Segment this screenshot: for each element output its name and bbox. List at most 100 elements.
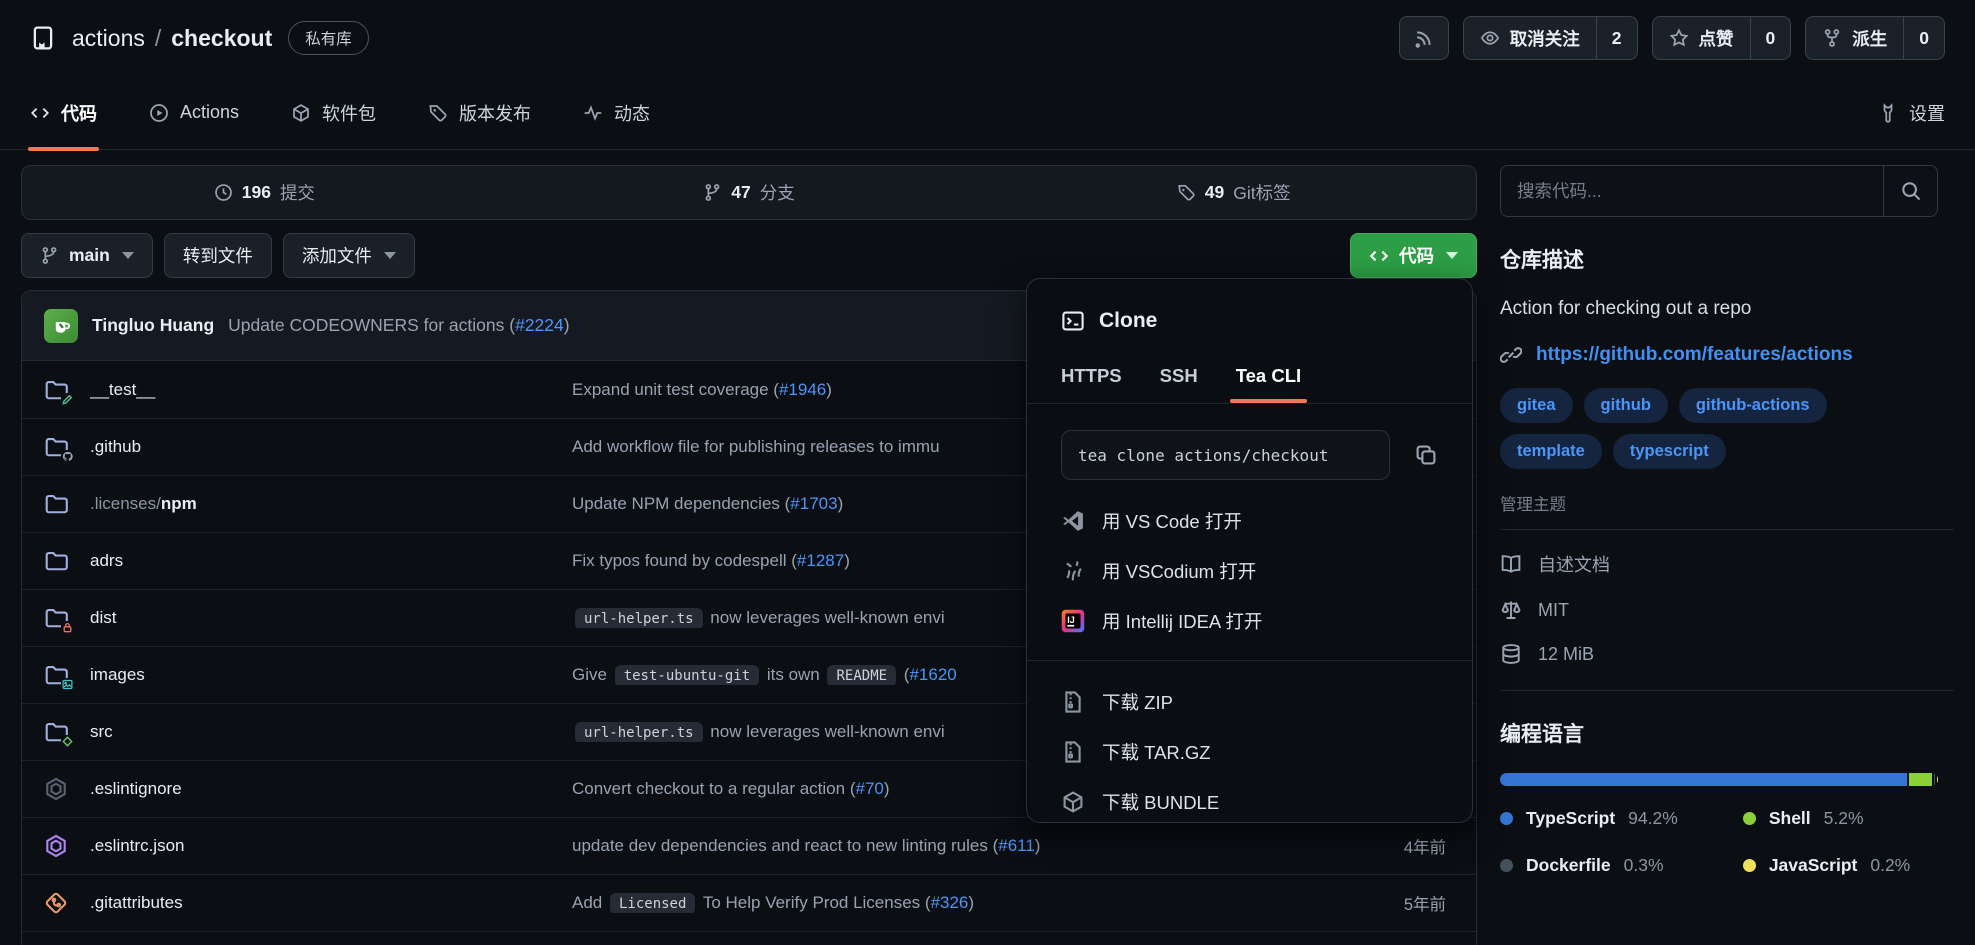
stat-提交[interactable]: 196提交 xyxy=(22,180,507,205)
breadcrumb-owner[interactable]: actions xyxy=(72,25,145,52)
language-Shell: Shell5.2% xyxy=(1743,808,1954,829)
menu-item-用-VS-Code-打开[interactable]: 用 VS Code 打开 xyxy=(1027,496,1472,546)
tab-releases[interactable]: 版本发布 xyxy=(428,76,531,149)
clone-command-row xyxy=(1027,430,1472,480)
code-chip: test-ubuntu-git xyxy=(615,665,759,685)
private-badge: 私有库 xyxy=(288,21,369,55)
file-name-link[interactable]: .eslintrc.json xyxy=(90,836,560,856)
file-toolbar: main 转到文件 添加文件 代码 xyxy=(21,233,1477,278)
issue-link[interactable]: #326 xyxy=(931,893,969,912)
chevron-down-icon xyxy=(122,252,134,259)
file-commit-message: Add Licensed To Help Verify Prod License… xyxy=(572,893,1322,913)
menu-item-下载-TAR.GZ[interactable]: 下载 TAR.GZ xyxy=(1027,727,1472,777)
meta-law[interactable]: MIT xyxy=(1500,588,1954,632)
menu-item-下载-ZIP[interactable]: 下载 ZIP xyxy=(1027,677,1472,727)
language-dot xyxy=(1500,812,1513,825)
manage-topics-link[interactable]: 管理主题 xyxy=(1500,491,1566,515)
repo-description: Action for checking out a repo xyxy=(1500,298,1954,320)
top-header: actions / checkout 私有库 取消关注 2 xyxy=(0,0,1975,76)
file-name-link[interactable]: dist xyxy=(90,608,560,628)
github-overlay-icon xyxy=(61,450,74,463)
breadcrumb-repo[interactable]: checkout xyxy=(171,25,272,52)
watch-count[interactable]: 2 xyxy=(1596,17,1637,59)
issue-link[interactable]: #1620 xyxy=(909,665,956,684)
file-commit-message: update dev dependencies and react to new… xyxy=(572,836,1322,856)
tab-packages[interactable]: 软件包 xyxy=(291,76,376,149)
topic-github-actions[interactable]: github-actions xyxy=(1679,388,1827,423)
issue-link[interactable]: #70 xyxy=(855,779,883,798)
file-name-link[interactable]: __test__ xyxy=(90,380,560,400)
tab-activity[interactable]: 动态 xyxy=(583,76,650,149)
tab-actions[interactable]: Actions xyxy=(149,76,239,149)
file-name-link[interactable]: src xyxy=(90,722,560,742)
menu-item-下载-BUNDLE[interactable]: 下载 BUNDLE xyxy=(1027,777,1472,827)
file-name-link[interactable]: adrs xyxy=(90,551,560,571)
code-icon xyxy=(1369,246,1389,266)
topic-template[interactable]: template xyxy=(1500,434,1602,469)
copy-icon[interactable] xyxy=(1414,443,1438,467)
topic-gitea[interactable]: gitea xyxy=(1500,388,1573,423)
folder-icon xyxy=(44,378,70,402)
folder-icon xyxy=(44,549,70,573)
package-icon xyxy=(1061,790,1085,814)
tab-settings[interactable]: 设置 xyxy=(1878,100,1945,126)
language-Dockerfile: Dockerfile0.3% xyxy=(1500,855,1743,876)
search-input[interactable] xyxy=(1501,166,1883,216)
file-name-link[interactable]: images xyxy=(90,665,560,685)
meta-book[interactable]: 自述文档 xyxy=(1500,540,1954,588)
code-search-box xyxy=(1500,165,1938,217)
clone-tab-https[interactable]: HTTPS xyxy=(1061,365,1122,403)
watch-button[interactable]: 取消关注 2 xyxy=(1463,16,1638,60)
stat-分支[interactable]: 47分支 xyxy=(507,180,992,205)
topic-list: gitea github github-actions template typescr… xyxy=(1500,388,1900,469)
branch-name: main xyxy=(69,245,110,266)
search-button[interactable] xyxy=(1883,166,1937,216)
stat-Git标签[interactable]: 49Git标签 xyxy=(991,180,1476,205)
pencil-overlay-icon xyxy=(61,393,74,406)
website-link[interactable]: https://github.com/features/actions xyxy=(1536,344,1853,366)
folder-icon xyxy=(44,435,70,459)
code-button[interactable]: 代码 xyxy=(1350,233,1477,278)
folder-icon xyxy=(44,663,70,687)
issue-link[interactable]: #611 xyxy=(998,836,1035,855)
topic-github[interactable]: github xyxy=(1584,388,1668,423)
commit-author[interactable]: Tingluo Huang xyxy=(92,315,214,336)
topic-typescript[interactable]: typescript xyxy=(1613,434,1726,469)
language-legend: TypeScript94.2%Shell5.2%Dockerfile0.3%Ja… xyxy=(1500,808,1954,876)
rss-button[interactable] xyxy=(1399,16,1449,60)
rss-icon xyxy=(1414,28,1434,48)
file-name-link[interactable]: .eslintignore xyxy=(90,779,560,799)
language-dot xyxy=(1500,859,1513,872)
website-row: https://github.com/features/actions xyxy=(1500,344,1954,366)
issue-link[interactable]: #1703 xyxy=(790,494,837,513)
terminal-icon xyxy=(1061,309,1085,333)
folder-icon xyxy=(44,720,70,744)
file-name-link[interactable]: .github xyxy=(90,437,560,457)
avatar[interactable] xyxy=(44,309,78,343)
fork-count[interactable]: 0 xyxy=(1903,17,1944,59)
star-icon xyxy=(1669,28,1689,48)
star-button[interactable]: 点赞 0 xyxy=(1652,16,1792,60)
goto-file-button[interactable]: 转到文件 xyxy=(164,233,272,278)
clock-icon xyxy=(214,183,233,202)
issue-link[interactable]: #1287 xyxy=(797,551,844,570)
star-count[interactable]: 0 xyxy=(1750,17,1791,59)
file-name-link[interactable]: .licenses/npm xyxy=(90,494,560,514)
tab-code[interactable]: 代码 xyxy=(30,76,97,149)
branch-selector[interactable]: main xyxy=(21,233,153,278)
hexagon-icon xyxy=(44,834,70,858)
issue-link[interactable]: #2224 xyxy=(515,315,564,335)
hexagon-icon xyxy=(44,777,70,801)
issue-link[interactable]: #1946 xyxy=(779,380,826,399)
fork-button[interactable]: 派生 0 xyxy=(1805,16,1945,60)
language-bar xyxy=(1500,773,1938,786)
clone-url-input[interactable] xyxy=(1061,430,1390,480)
clone-tab-tea-cli[interactable]: Tea CLI xyxy=(1236,365,1301,403)
meta-database[interactable]: 12 MiB xyxy=(1500,632,1954,676)
clone-tab-ssh[interactable]: SSH xyxy=(1160,365,1198,403)
menu-item-用-VSCodium-打开[interactable]: 用 VSCodium 打开 xyxy=(1027,546,1472,596)
menu-item-用-Intellij-IDEA-打开[interactable]: IJ用 Intellij IDEA 打开 xyxy=(1027,596,1472,646)
file-name-link[interactable]: .gitattributes xyxy=(90,893,560,913)
add-file-button[interactable]: 添加文件 xyxy=(283,233,415,278)
language-dot xyxy=(1743,859,1756,872)
